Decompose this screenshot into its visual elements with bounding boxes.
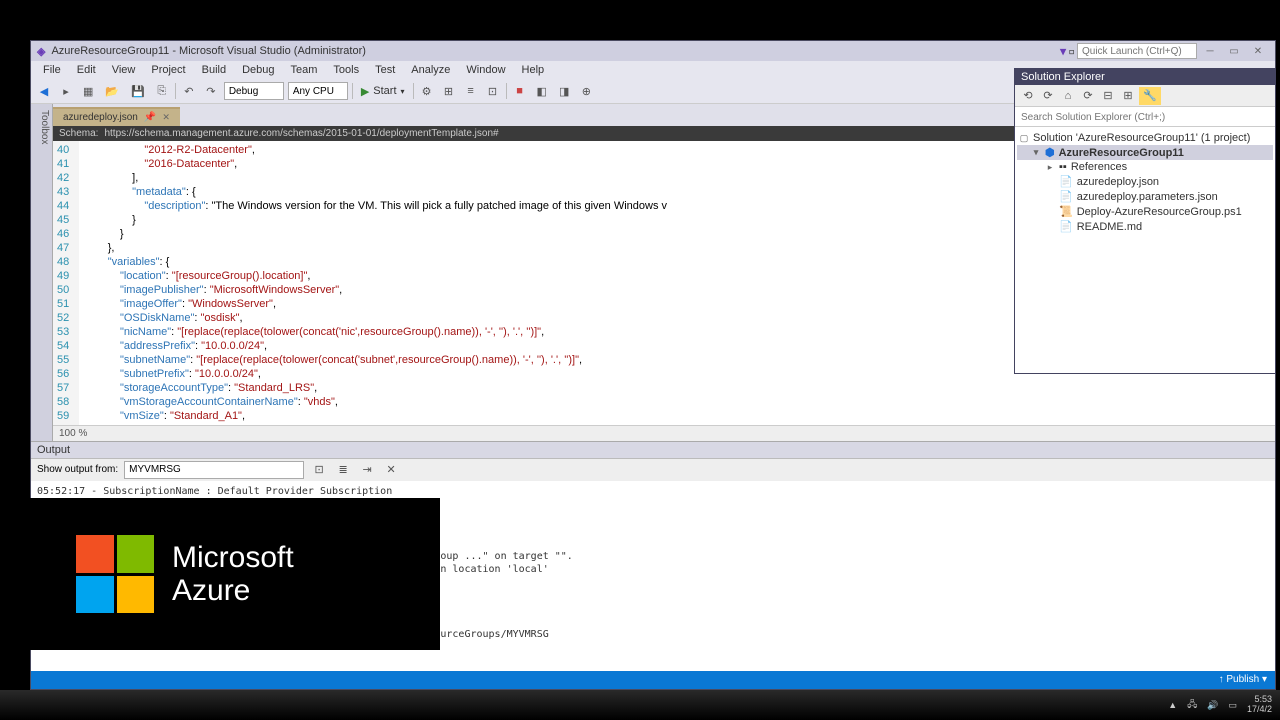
clock-time[interactable]: 5:53 — [1254, 694, 1272, 704]
sln-search-input[interactable] — [1015, 109, 1275, 126]
notify-icon[interactable]: ▫ — [1068, 45, 1075, 58]
menu-file[interactable]: File — [35, 62, 69, 78]
tool-4[interactable]: ⊡ — [484, 82, 502, 100]
sln-toolbar: ⟲ ⟳ ⌂ ⟳ ⊟ ⊞ 🔧 — [1015, 85, 1275, 107]
start-button[interactable]: ▶Start▾ — [357, 82, 409, 100]
menu-project[interactable]: Project — [143, 62, 193, 78]
microsoft-logo-icon — [76, 535, 154, 613]
maximize-button[interactable]: ▭ — [1223, 44, 1245, 58]
sln-showall[interactable]: ⊞ — [1119, 87, 1137, 105]
vs-icon: ◈ — [37, 45, 45, 58]
window-title: AzureResourceGroup11 - Microsoft Visual … — [51, 45, 365, 57]
tool-6[interactable]: ◧ — [533, 82, 551, 100]
solution-node[interactable]: ▢Solution 'AzureResourceGroup11' (1 proj… — [1017, 131, 1273, 145]
menu-view[interactable]: View — [104, 62, 144, 78]
tab-label: azuredeploy.json — [63, 112, 138, 123]
menu-test[interactable]: Test — [367, 62, 403, 78]
tool-2[interactable]: ⊞ — [440, 82, 458, 100]
forward-button[interactable]: ▸ — [57, 82, 75, 100]
minimize-button[interactable]: ─ — [1199, 44, 1221, 58]
file-azuredeploy[interactable]: 📄 azuredeploy.json — [1017, 174, 1273, 189]
sln-tree: ▢Solution 'AzureResourceGroup11' (1 proj… — [1015, 127, 1275, 373]
taskbar: ▲ 🖧 🔊 ▭ 5:53 17/4/2 — [0, 690, 1280, 720]
lang-icon[interactable]: ▭ — [1228, 700, 1237, 711]
volume-icon[interactable]: 🔊 — [1207, 700, 1218, 711]
sln-props[interactable]: 🔧 — [1139, 87, 1161, 105]
statusbar: ↑ Publish ▾ — [31, 671, 1275, 689]
output-tool-1[interactable]: ⊡ — [310, 461, 328, 479]
azure-logo-text: MicrosoftAzure — [172, 541, 294, 607]
file-readme[interactable]: 📄 README.md — [1017, 219, 1273, 234]
publish-button[interactable]: ↑ Publish ▾ — [1219, 674, 1267, 685]
close-button[interactable]: ✕ — [1247, 44, 1269, 58]
sln-collapse[interactable]: ⊟ — [1099, 87, 1117, 105]
file-deploy-ps1[interactable]: 📜 Deploy-AzureResourceGroup.ps1 — [1017, 204, 1273, 219]
save-all-button[interactable]: ⎘ — [153, 82, 171, 100]
tab-azuredeploy[interactable]: azuredeploy.json 📌 ✕ — [53, 107, 180, 126]
tool-8[interactable]: ⊕ — [577, 82, 595, 100]
network-icon[interactable]: 🖧 — [1187, 697, 1197, 713]
azure-logo-overlay: MicrosoftAzure — [0, 498, 440, 650]
platform-combo[interactable]: Any CPU — [288, 82, 348, 100]
filter-icon[interactable]: ▼ — [1060, 45, 1067, 58]
menu-analyze[interactable]: Analyze — [403, 62, 458, 78]
windows-watermark: Activate Windows Go to Settings to activ… — [1039, 619, 1260, 656]
output-from-label: Show output from: — [37, 464, 118, 475]
schema-label: Schema: — [59, 128, 98, 139]
open-button[interactable]: 📂 — [101, 82, 123, 100]
menu-help[interactable]: Help — [514, 62, 553, 78]
sln-refresh[interactable]: ⟳ — [1079, 87, 1097, 105]
menu-tools[interactable]: Tools — [325, 62, 367, 78]
menu-debug[interactable]: Debug — [234, 62, 282, 78]
tool-1[interactable]: ⚙ — [418, 82, 436, 100]
sln-title: Solution Explorer — [1015, 69, 1275, 85]
config-combo[interactable]: Debug — [224, 82, 284, 100]
save-button[interactable]: 💾 — [127, 82, 149, 100]
close-tab-icon[interactable]: ✕ — [162, 112, 170, 123]
zoom-level[interactable]: 100 % — [53, 425, 1275, 441]
output-tool-2[interactable]: ≣ — [334, 461, 352, 479]
undo-button[interactable]: ↶ — [180, 82, 198, 100]
sln-back[interactable]: ⟲ — [1019, 87, 1037, 105]
titlebar: ◈ AzureResourceGroup11 - Microsoft Visua… — [31, 41, 1275, 61]
toolbox-panel[interactable]: Toolbox — [31, 104, 53, 441]
sln-search — [1015, 107, 1275, 127]
solution-explorer: Solution Explorer ⟲ ⟳ ⌂ ⟳ ⊟ ⊞ 🔧 ▢Solutio… — [1014, 68, 1276, 374]
quick-launch-input[interactable] — [1077, 43, 1197, 59]
redo-button[interactable]: ↷ — [202, 82, 220, 100]
back-button[interactable]: ◀ — [35, 82, 53, 100]
project-node[interactable]: ▾⬢ AzureResourceGroup11 — [1017, 145, 1273, 160]
clock-date[interactable]: 17/4/2 — [1247, 704, 1272, 714]
output-title: Output — [31, 442, 1275, 459]
new-button[interactable]: ▦ — [79, 82, 97, 100]
output-toolbar: Show output from: MYVMRSG ⊡ ≣ ⇥ ✕ — [31, 459, 1275, 481]
menu-window[interactable]: Window — [458, 62, 513, 78]
pin-icon[interactable]: 📌 — [144, 112, 156, 123]
sln-fwd[interactable]: ⟳ — [1039, 87, 1057, 105]
gutter: 40 41 42 43 44 45 46 47 48 49 50 51 52 5… — [53, 141, 79, 425]
sln-home[interactable]: ⌂ — [1059, 87, 1077, 105]
output-tool-4[interactable]: ✕ — [382, 461, 400, 479]
menu-build[interactable]: Build — [194, 62, 234, 78]
tool-5[interactable]: ■ — [511, 82, 529, 100]
menu-team[interactable]: Team — [283, 62, 326, 78]
output-source-combo[interactable]: MYVMRSG — [124, 461, 304, 479]
file-params[interactable]: 📄 azuredeploy.parameters.json — [1017, 189, 1273, 204]
output-tool-3[interactable]: ⇥ — [358, 461, 376, 479]
references-node[interactable]: ▸▪▪ References — [1017, 160, 1273, 174]
menu-edit[interactable]: Edit — [69, 62, 104, 78]
tray-icon[interactable]: ▲ — [1168, 700, 1177, 710]
tool-3[interactable]: ≡ — [462, 82, 480, 100]
tool-7[interactable]: ◨ — [555, 82, 573, 100]
